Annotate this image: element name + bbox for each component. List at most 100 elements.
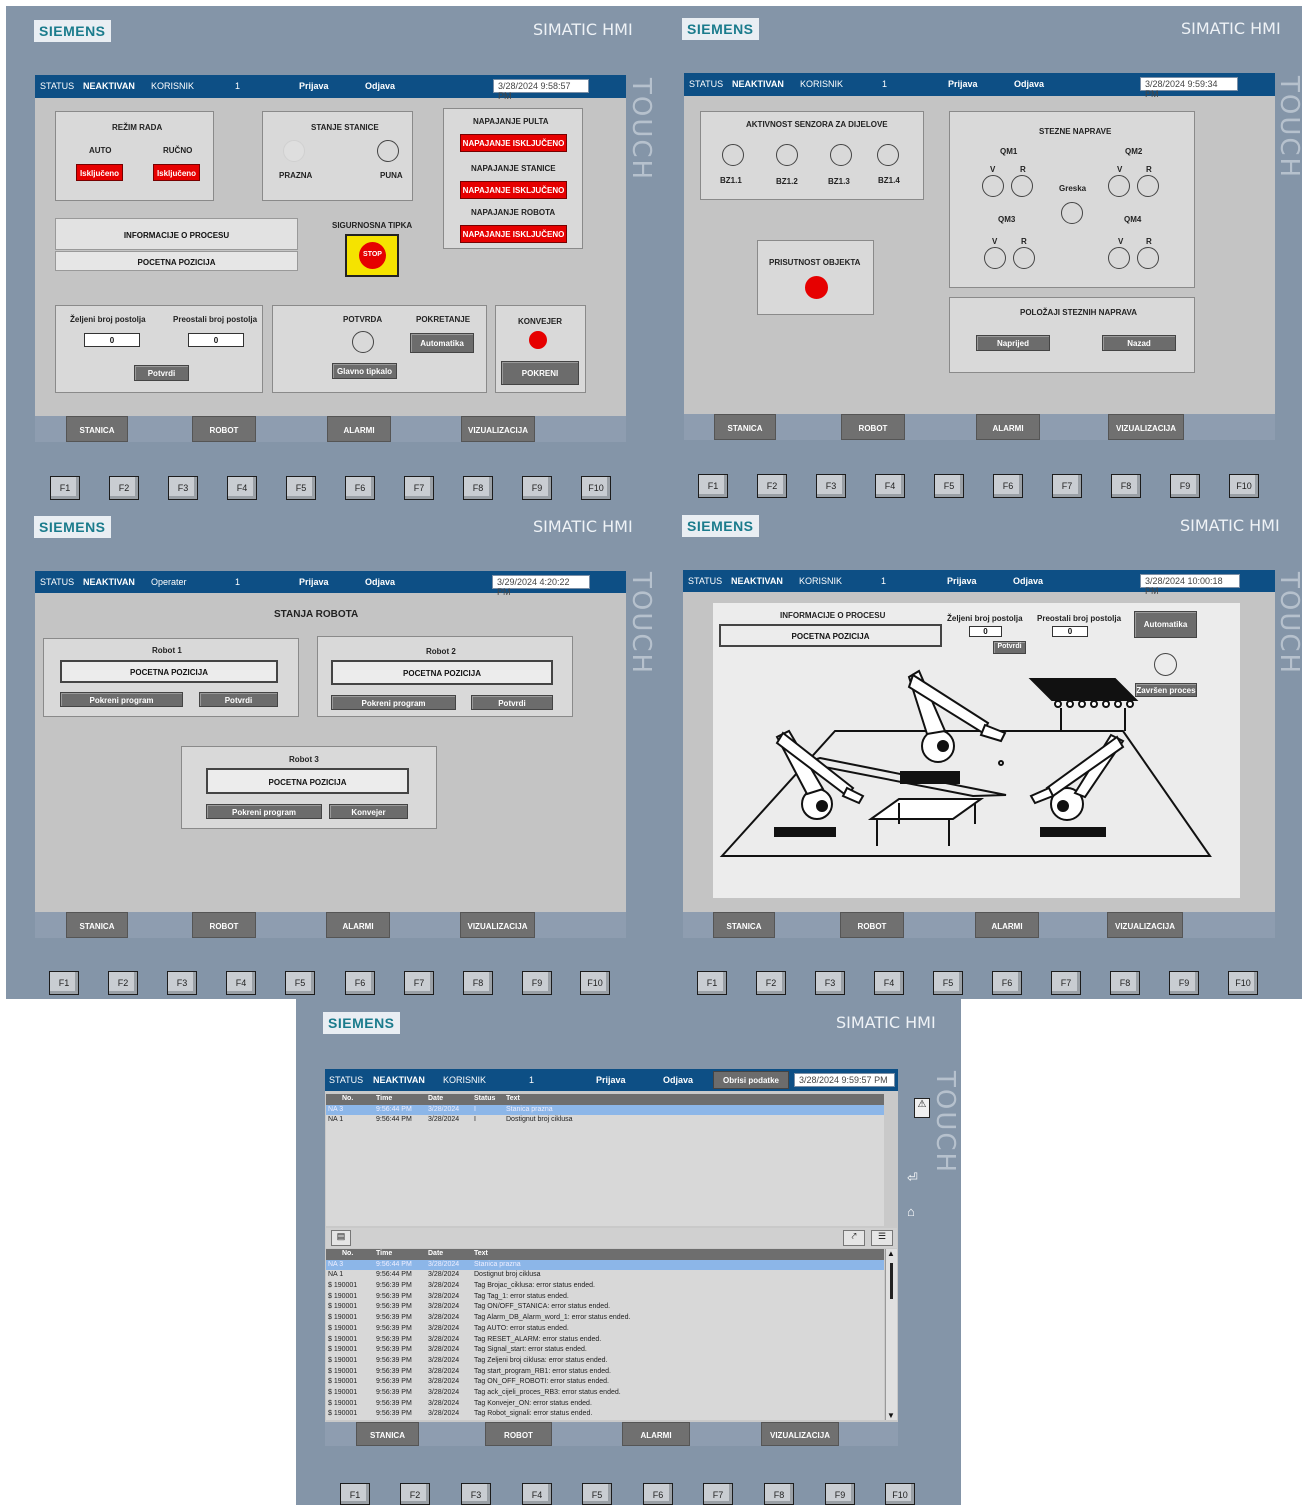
robot2-potvrdi-button[interactable]: Potvrdi <box>471 695 553 710</box>
function-key-f9[interactable]: F9 <box>522 971 552 995</box>
table-row[interactable]: $ 190001 9:56:39 PM 3/28/2024 Tag Tag_1: er… <box>326 1292 884 1303</box>
nav-stanica-button[interactable]: STANICA <box>714 414 776 440</box>
function-key-f4[interactable]: F4 <box>875 474 905 498</box>
function-key-f9[interactable]: F9 <box>1170 474 1200 498</box>
function-key-f7[interactable]: F7 <box>703 1483 733 1505</box>
zeljeni-input[interactable]: 0 <box>84 333 140 347</box>
function-key-f8[interactable]: F8 <box>764 1483 794 1505</box>
function-key-f5[interactable]: F5 <box>286 476 316 500</box>
function-key-f9[interactable]: F9 <box>1169 971 1199 995</box>
emergency-stop-button[interactable]: STOP <box>345 234 399 277</box>
rucno-toggle[interactable]: Isključeno <box>153 164 200 181</box>
function-key-f7[interactable]: F7 <box>1051 971 1081 995</box>
logout-button[interactable]: Odjava <box>1014 79 1044 89</box>
login-button[interactable]: Prijava <box>947 576 977 586</box>
logout-button[interactable]: Odjava <box>365 577 395 587</box>
function-key-f3[interactable]: F3 <box>168 476 198 500</box>
login-button[interactable]: Prijava <box>596 1075 626 1085</box>
home-icon[interactable]: ⌂ <box>907 1204 915 1219</box>
scroll-up-icon[interactable]: ▲ <box>887 1249 895 1258</box>
function-key-f4[interactable]: F4 <box>227 476 257 500</box>
function-key-f6[interactable]: F6 <box>643 1483 673 1505</box>
nav-vizualizacija-button[interactable]: VIZUALIZACIJA <box>761 1422 839 1446</box>
table-row[interactable]: NA 1 9:56:44 PM 3/28/2024 I Dostignut br… <box>326 1115 884 1126</box>
nav-robot-button[interactable]: ROBOT <box>840 912 904 938</box>
nav-vizualizacija-button[interactable]: VIZUALIZACIJA <box>461 416 535 442</box>
function-key-f7[interactable]: F7 <box>404 971 434 995</box>
nazad-button[interactable]: Nazad <box>1102 335 1176 351</box>
table-row[interactable]: $ 190001 9:56:39 PM 3/28/2024 Tag ack_cijel… <box>326 1388 884 1399</box>
logout-button[interactable]: Odjava <box>1013 576 1043 586</box>
nav-alarmi-button[interactable]: ALARMI <box>327 416 391 442</box>
function-key-f6[interactable]: F6 <box>345 971 375 995</box>
function-key-f1[interactable]: F1 <box>340 1483 370 1505</box>
function-key-f8[interactable]: F8 <box>1110 971 1140 995</box>
nav-robot-button[interactable]: ROBOT <box>192 912 256 938</box>
acknowledge-icon[interactable]: ⤤ <box>843 1230 865 1246</box>
automatika-button[interactable]: Automatika <box>410 333 474 353</box>
function-key-f4[interactable]: F4 <box>522 1483 552 1505</box>
function-key-f2[interactable]: F2 <box>757 474 787 498</box>
function-key-f3[interactable]: F3 <box>816 474 846 498</box>
function-key-f5[interactable]: F5 <box>933 971 963 995</box>
function-key-f3[interactable]: F3 <box>461 1483 491 1505</box>
naprijed-button[interactable]: Naprijed <box>976 335 1050 351</box>
function-key-f5[interactable]: F5 <box>582 1483 612 1505</box>
robot1-pokreni-button[interactable]: Pokreni program <box>60 692 183 707</box>
nav-alarmi-button[interactable]: ALARMI <box>975 912 1039 938</box>
table-row[interactable]: NA 1 9:56:44 PM 3/28/2024 Dostignut broj ci… <box>326 1270 884 1281</box>
function-key-f1[interactable]: F1 <box>697 971 727 995</box>
filter-icon[interactable]: ☰ <box>871 1230 893 1246</box>
table-row[interactable]: NA 3 9:56:44 PM 3/28/2024 I Stanica praz… <box>326 1104 884 1116</box>
function-key-f8[interactable]: F8 <box>463 971 493 995</box>
logout-button[interactable]: Odjava <box>663 1075 693 1085</box>
alarm-warning-icon[interactable]: ⚠ <box>914 1098 930 1118</box>
napajanje-pulta-button[interactable]: NAPAJANJE ISKLJUČENO <box>460 134 567 152</box>
function-key-f10[interactable]: F10 <box>1228 971 1258 995</box>
edit-icon[interactable]: ▤ <box>331 1230 351 1246</box>
function-key-f6[interactable]: F6 <box>345 476 375 500</box>
function-key-f5[interactable]: F5 <box>934 474 964 498</box>
nav-robot-button[interactable]: ROBOT <box>485 1422 552 1446</box>
robot2-pokreni-button[interactable]: Pokreni program <box>331 695 456 710</box>
table-row[interactable]: $ 190001 9:56:39 PM 3/28/2024 Tag Robot_sig… <box>326 1409 884 1420</box>
nav-alarmi-button[interactable]: ALARMI <box>622 1422 690 1446</box>
nav-stanica-button[interactable]: STANICA <box>66 416 128 442</box>
table-row[interactable]: $ 190001 9:56:39 PM 3/28/2024 Tag Zeljeni b… <box>326 1356 884 1367</box>
login-button[interactable]: Prijava <box>948 79 978 89</box>
robot1-potvrdi-button[interactable]: Potvrdi <box>199 692 278 707</box>
function-key-f7[interactable]: F7 <box>1052 474 1082 498</box>
table-row[interactable]: $ 190001 9:56:39 PM 3/28/2024 Tag Konvejer_… <box>326 1399 884 1410</box>
nav-robot-button[interactable]: ROBOT <box>192 416 256 442</box>
function-key-f3[interactable]: F3 <box>815 971 845 995</box>
function-key-f1[interactable]: F1 <box>50 476 80 500</box>
robot3-pokreni-button[interactable]: Pokreni program <box>206 804 322 819</box>
table-row[interactable]: $ 190001 9:56:39 PM 3/28/2024 Tag RESET_ALA… <box>326 1335 884 1346</box>
nav-alarmi-button[interactable]: ALARMI <box>326 912 390 938</box>
function-key-f4[interactable]: F4 <box>226 971 256 995</box>
napajanje-robota-button[interactable]: NAPAJANJE ISKLJUČENO <box>460 225 567 243</box>
function-key-f8[interactable]: F8 <box>1111 474 1141 498</box>
scroll-thumb[interactable] <box>890 1263 893 1299</box>
pokreni-konvejer-button[interactable]: POKRENI <box>501 361 579 385</box>
nav-stanica-button[interactable]: STANICA <box>66 912 128 938</box>
nav-robot-button[interactable]: ROBOT <box>841 414 905 440</box>
function-key-f2[interactable]: F2 <box>108 971 138 995</box>
nav-vizualizacija-button[interactable]: VIZUALIZACIJA <box>1108 414 1184 440</box>
nav-stanica-button[interactable]: STANICA <box>356 1422 419 1446</box>
enter-icon[interactable]: ⏎ <box>907 1170 918 1186</box>
table-row[interactable]: $ 190001 9:56:39 PM 3/28/2024 Tag start_pro… <box>326 1367 884 1378</box>
scroll-down-icon[interactable]: ▼ <box>887 1411 895 1420</box>
table-row[interactable]: $ 190001 9:56:39 PM 3/28/2024 Tag ON_OFF_RO… <box>326 1377 884 1388</box>
function-key-f6[interactable]: F6 <box>992 971 1022 995</box>
function-key-f10[interactable]: F10 <box>580 971 610 995</box>
function-key-f10[interactable]: F10 <box>1229 474 1259 498</box>
auto-toggle[interactable]: Isključeno <box>76 164 123 181</box>
login-button[interactable]: Prijava <box>299 81 329 91</box>
nav-vizualizacija-button[interactable]: VIZUALIZACIJA <box>460 912 535 938</box>
nav-vizualizacija-button[interactable]: VIZUALIZACIJA <box>1107 912 1183 938</box>
function-key-f10[interactable]: F10 <box>885 1483 915 1505</box>
login-button[interactable]: Prijava <box>299 577 329 587</box>
function-key-f4[interactable]: F4 <box>874 971 904 995</box>
table-row[interactable]: $ 190001 9:56:39 PM 3/28/2024 Tag ON/OFF_ST… <box>326 1302 884 1313</box>
